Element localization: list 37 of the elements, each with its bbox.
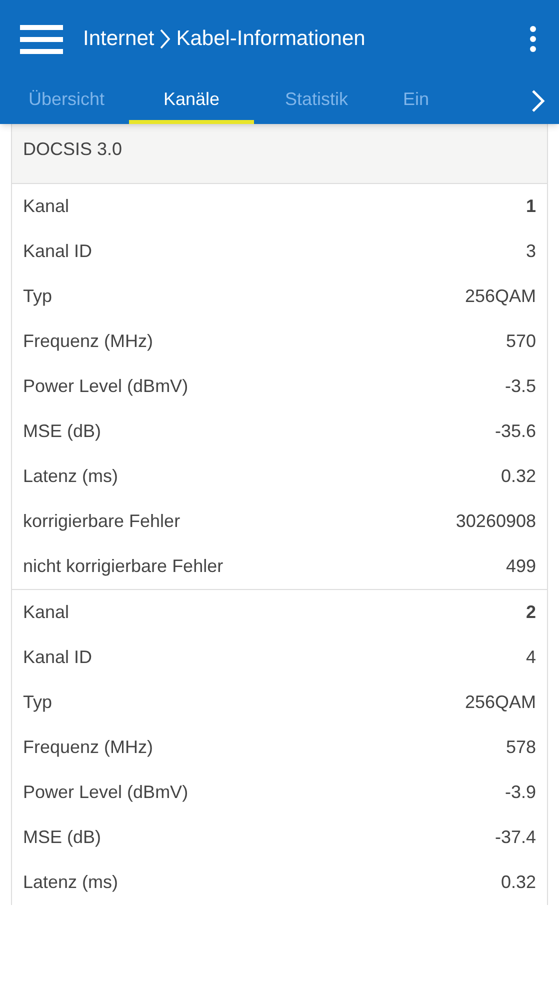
field-value: -3.5 [504, 375, 536, 398]
field-value: 30260908 [456, 510, 536, 533]
field-label: Typ [23, 285, 52, 308]
section-title: DOCSIS 3.0 [23, 139, 122, 159]
chevron-right-icon [159, 28, 172, 50]
field-label: Power Level (dBmV) [23, 781, 188, 804]
field-value: 570 [506, 330, 536, 353]
field-value: 256QAM [464, 691, 536, 714]
field-value: 256QAM [464, 285, 536, 308]
field-label: Kanal [23, 195, 70, 218]
field-label: Kanal [23, 601, 70, 624]
field-value: 3 [526, 240, 536, 263]
field-label: nicht korrigierbare Fehler [23, 555, 224, 578]
field-value: 499 [506, 555, 536, 578]
field-label: korrigierbare Fehler [23, 510, 180, 533]
field-label: Frequenz (MHz) [23, 330, 154, 353]
chevron-right-icon [531, 89, 545, 113]
breadcrumb-item[interactable]: Kabel-Informationen [176, 23, 366, 55]
field-label: Latenz (ms) [23, 465, 118, 488]
field-value: 2 [526, 601, 536, 624]
field-value: 0.32 [500, 465, 536, 488]
field-value: 0.32 [500, 871, 536, 894]
breadcrumb-item[interactable]: Internet [83, 23, 154, 55]
field-label: Latenz (ms) [23, 871, 118, 894]
field-label: Kanal ID [23, 646, 92, 669]
field-value: -35.6 [494, 420, 536, 443]
field-value: 4 [526, 646, 536, 669]
field-label: Power Level (dBmV) [23, 375, 188, 398]
field-value: 1 [526, 195, 536, 218]
field-label: MSE (dB) [23, 420, 102, 443]
field-label: Typ [23, 691, 52, 714]
field-value: 578 [506, 736, 536, 759]
field-value: -3.9 [504, 781, 536, 804]
field-label: Kanal ID [23, 240, 92, 263]
field-value: -37.4 [494, 826, 536, 849]
field-label: Frequenz (MHz) [23, 736, 154, 759]
field-label: MSE (dB) [23, 826, 102, 849]
